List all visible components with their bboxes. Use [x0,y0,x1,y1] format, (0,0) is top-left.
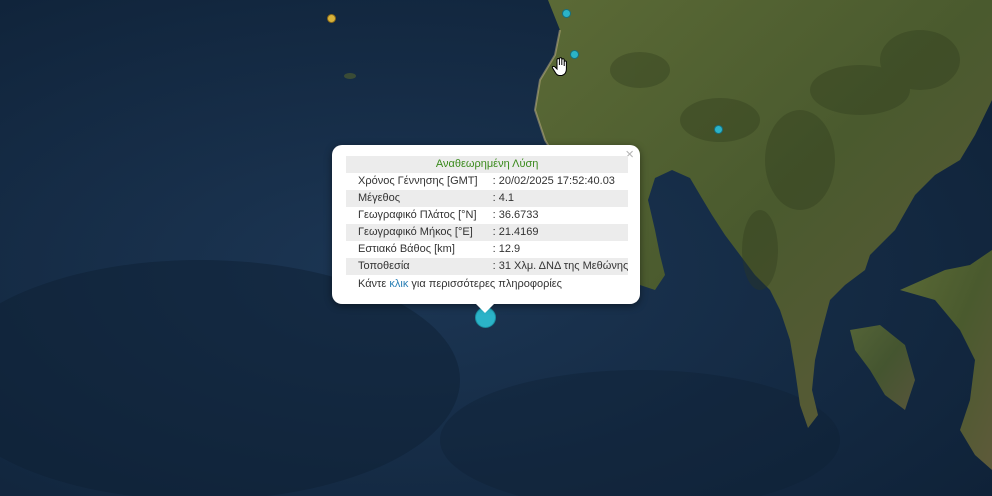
detail-value: : 21.4169 [492,226,539,238]
detail-value: : 31 Χλμ. ΔΝΔ της Μεθώνης [492,260,629,272]
popup-tip [475,303,495,313]
detail-label: Εστιακό Βάθος [km] [358,243,455,255]
detail-label: Μέγεθος [358,192,401,204]
more-info-prefix: Κάντε [358,278,390,290]
quake-marker-yellow[interactable] [327,14,336,23]
detail-value: : 20/02/2025 17:52:40.03 [492,175,615,187]
detail-value: : 4.1 [492,192,514,204]
detail-row: Γεωγραφικό Μήκος [°E] : 21.4169 [346,224,629,241]
quake-marker-cyan[interactable] [714,125,723,134]
earthquake-popup: × Αναθεωρημένη Λύση Χρόνος Γέννησης [GMT… [332,145,640,304]
detail-label: Γεωγραφικό Πλάτος [°N] [358,209,477,221]
more-info-line: Κάντε κλικ για περισσότερες πληροφορίες [358,278,562,290]
detail-row: Εστιακό Βάθος [km] : 12.9 [346,241,628,258]
quake-marker-cyan[interactable] [570,50,579,59]
island [344,73,356,79]
more-info-link[interactable]: κλικ [389,278,408,290]
detail-value: : 36.6733 [492,209,539,221]
detail-row: Χρόνος Γέννησης [GMT] : 20/02/2025 17:52… [346,173,628,190]
detail-row: Γεωγραφικό Πλάτος [°N] : 36.6733 [346,207,628,224]
more-info-suffix: για περισσότερες πληροφορίες [408,278,562,290]
earthquake-details-table: Αναθεωρημένη Λύση Χρόνος Γέννησης [GMT] … [346,156,629,275]
popup-header: Αναθεωρημένη Λύση [346,156,629,173]
detail-label: Χρόνος Γέννησης [GMT] [358,175,478,187]
detail-label: Τοποθεσία [358,260,410,272]
detail-label: Γεωγραφικό Μήκος [°E] [358,226,473,238]
popup-header-row: Αναθεωρημένη Λύση [346,156,629,173]
detail-value: : 12.9 [492,243,521,255]
detail-row: Μέγεθος : 4.1 [346,190,629,207]
quake-marker-cyan[interactable] [562,9,571,18]
detail-row: Τοποθεσία : 31 Χλμ. ΔΝΔ της Μεθώνης [346,258,629,275]
hand-pointer-icon [551,57,567,76]
